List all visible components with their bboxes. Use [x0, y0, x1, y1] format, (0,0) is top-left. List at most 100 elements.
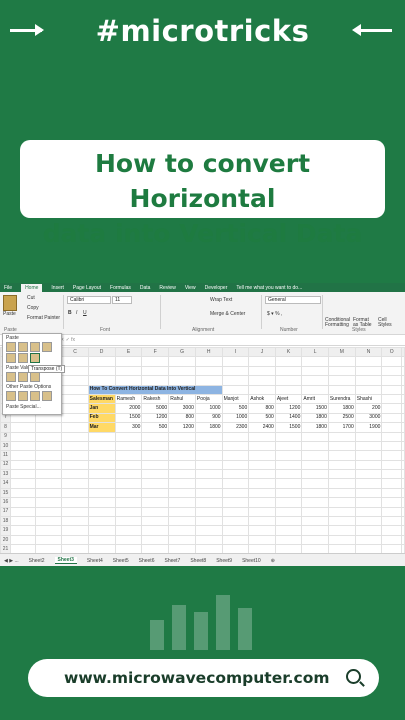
- cell[interactable]: [194, 356, 223, 367]
- cell[interactable]: [381, 478, 402, 489]
- cell[interactable]: [114, 459, 143, 471]
- data-cell[interactable]: 1000: [221, 412, 250, 424]
- cell[interactable]: [327, 356, 356, 367]
- row-header[interactable]: 16: [0, 497, 11, 508]
- cell[interactable]: [87, 525, 116, 536]
- font-name-select[interactable]: Calibri: [67, 296, 111, 304]
- cell[interactable]: [35, 487, 63, 499]
- cell[interactable]: [301, 375, 329, 386]
- cell[interactable]: [381, 412, 402, 424]
- cell[interactable]: [301, 450, 329, 461]
- cell[interactable]: [61, 516, 89, 527]
- paste-formulas-icon[interactable]: [18, 342, 28, 352]
- cell[interactable]: [221, 365, 250, 377]
- cell[interactable]: [87, 497, 116, 508]
- cell[interactable]: [301, 487, 329, 499]
- cell[interactable]: [274, 450, 303, 461]
- cell[interactable]: [221, 440, 250, 452]
- cell[interactable]: [87, 356, 116, 367]
- header-cell[interactable]: Pooja: [194, 393, 223, 405]
- conditional-formatting-button[interactable]: Conditional Formatting: [325, 318, 351, 328]
- row-header[interactable]: 8: [0, 422, 11, 433]
- cell[interactable]: [248, 506, 276, 518]
- cell[interactable]: [354, 534, 383, 546]
- paste-button[interactable]: Paste: [3, 311, 16, 317]
- paste-no-borders-icon[interactable]: [42, 342, 52, 352]
- cell[interactable]: [381, 506, 402, 518]
- cell[interactable]: [401, 375, 405, 386]
- row-header[interactable]: 14: [0, 478, 11, 489]
- cell[interactable]: [381, 365, 402, 377]
- header-cell[interactable]: Ajeet: [274, 393, 303, 405]
- cell[interactable]: [87, 506, 116, 518]
- cell[interactable]: [401, 403, 405, 414]
- cell[interactable]: [61, 506, 89, 518]
- data-cell[interactable]: 5000: [141, 403, 170, 414]
- cell[interactable]: [301, 497, 329, 508]
- cell[interactable]: [354, 516, 383, 527]
- cell[interactable]: [61, 497, 89, 508]
- cell[interactable]: [61, 450, 89, 461]
- cell[interactable]: [354, 450, 383, 461]
- tab-developer[interactable]: Developer: [205, 285, 228, 291]
- cell[interactable]: [248, 459, 276, 471]
- row-header[interactable]: 13: [0, 469, 11, 480]
- cell[interactable]: [354, 506, 383, 518]
- cell[interactable]: [114, 431, 143, 442]
- wrap-text-button[interactable]: Wrap Text: [210, 297, 232, 303]
- data-cell[interactable]: 1400: [274, 412, 303, 424]
- cell[interactable]: [194, 497, 223, 508]
- cell[interactable]: [141, 356, 170, 367]
- cell[interactable]: [87, 450, 116, 461]
- row-header[interactable]: 19: [0, 525, 11, 536]
- cell[interactable]: [401, 516, 405, 527]
- cell[interactable]: [248, 469, 276, 480]
- cell[interactable]: [327, 375, 356, 386]
- cell[interactable]: [87, 440, 116, 452]
- cell[interactable]: [168, 440, 196, 452]
- cell[interactable]: [401, 487, 405, 499]
- cell[interactable]: [354, 525, 383, 536]
- data-cell[interactable]: 2400: [248, 422, 276, 433]
- sheet-tab-4[interactable]: Sheet4: [87, 558, 103, 564]
- cell[interactable]: [381, 487, 402, 499]
- cell[interactable]: [221, 356, 250, 367]
- cell[interactable]: [248, 431, 276, 442]
- cell[interactable]: [9, 534, 37, 546]
- cell[interactable]: [248, 375, 276, 386]
- cell[interactable]: [354, 375, 383, 386]
- cell[interactable]: [354, 469, 383, 480]
- cell[interactable]: [301, 516, 329, 527]
- sheet-tab-7[interactable]: Sheet7: [164, 558, 180, 564]
- format-painter-button[interactable]: Format Painter: [27, 315, 60, 321]
- cell[interactable]: [194, 431, 223, 442]
- cell[interactable]: [221, 516, 250, 527]
- paste-values-icon[interactable]: [6, 372, 16, 382]
- cell[interactable]: [61, 469, 89, 480]
- cell[interactable]: [401, 393, 405, 405]
- cell[interactable]: [194, 375, 223, 386]
- sheet-tab-2[interactable]: Sheet2: [29, 558, 45, 564]
- cell[interactable]: [401, 469, 405, 480]
- cell[interactable]: [141, 469, 170, 480]
- cell[interactable]: [327, 487, 356, 499]
- cell[interactable]: [141, 478, 170, 489]
- data-cell[interactable]: 1700: [327, 422, 356, 433]
- cell[interactable]: [301, 506, 329, 518]
- cell[interactable]: [61, 356, 89, 367]
- cell[interactable]: [141, 525, 170, 536]
- cell[interactable]: [35, 459, 63, 471]
- tab-insert[interactable]: Insert: [51, 285, 64, 291]
- cell[interactable]: [87, 478, 116, 489]
- cell[interactable]: [9, 506, 37, 518]
- paste-formatting-icon[interactable]: [30, 342, 40, 352]
- cell[interactable]: [381, 384, 402, 395]
- cell[interactable]: [61, 384, 89, 395]
- cell[interactable]: [381, 516, 402, 527]
- cell[interactable]: [381, 356, 402, 367]
- column-header[interactable]: J: [248, 346, 276, 358]
- cell[interactable]: [327, 469, 356, 480]
- cell[interactable]: [248, 440, 276, 452]
- cell[interactable]: [9, 497, 37, 508]
- cell[interactable]: [327, 440, 356, 452]
